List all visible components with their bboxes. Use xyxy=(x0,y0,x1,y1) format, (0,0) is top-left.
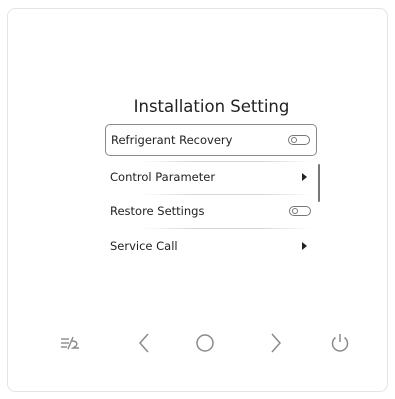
power-icon xyxy=(329,332,351,354)
display-screen: Installation Setting Refrigerant Recover… xyxy=(102,88,321,256)
previous-button[interactable] xyxy=(130,329,158,357)
screen-title: Installation Setting xyxy=(133,97,290,116)
menu-item-label: Refrigerant Recovery xyxy=(111,133,233,147)
menu-item-control-parameter[interactable]: Control Parameter xyxy=(105,162,317,194)
menu-item-restore-settings[interactable]: Restore Settings xyxy=(105,196,317,228)
controller-panel: Installation Setting Refrigerant Recover… xyxy=(7,8,388,392)
toggle-knob xyxy=(292,208,298,214)
next-button[interactable] xyxy=(262,329,290,357)
submenu-arrow-icon xyxy=(302,173,307,181)
menu-item-label: Service Call xyxy=(110,239,178,253)
left-chevron-icon xyxy=(137,332,151,354)
submenu-arrow-icon xyxy=(302,242,307,250)
refrigerant-recovery-toggle[interactable] xyxy=(288,135,310,145)
menu-item-label: Restore Settings xyxy=(110,204,205,218)
scrollbar[interactable] xyxy=(318,164,320,202)
home-button[interactable] xyxy=(191,329,219,357)
menu-separator xyxy=(142,228,312,229)
right-chevron-icon xyxy=(269,332,283,354)
menu-item-service-call[interactable]: Service Call xyxy=(105,231,317,256)
home-circle-icon xyxy=(195,333,215,353)
power-button[interactable] xyxy=(326,329,354,357)
menu-separator xyxy=(142,194,312,195)
restore-settings-toggle[interactable] xyxy=(289,206,311,216)
mode-icon xyxy=(59,334,81,352)
toggle-knob xyxy=(291,137,297,143)
menu-item-label: Control Parameter xyxy=(110,170,216,184)
menu-item-refrigerant-recovery[interactable]: Refrigerant Recovery xyxy=(105,124,317,156)
mode-button[interactable] xyxy=(56,329,84,357)
